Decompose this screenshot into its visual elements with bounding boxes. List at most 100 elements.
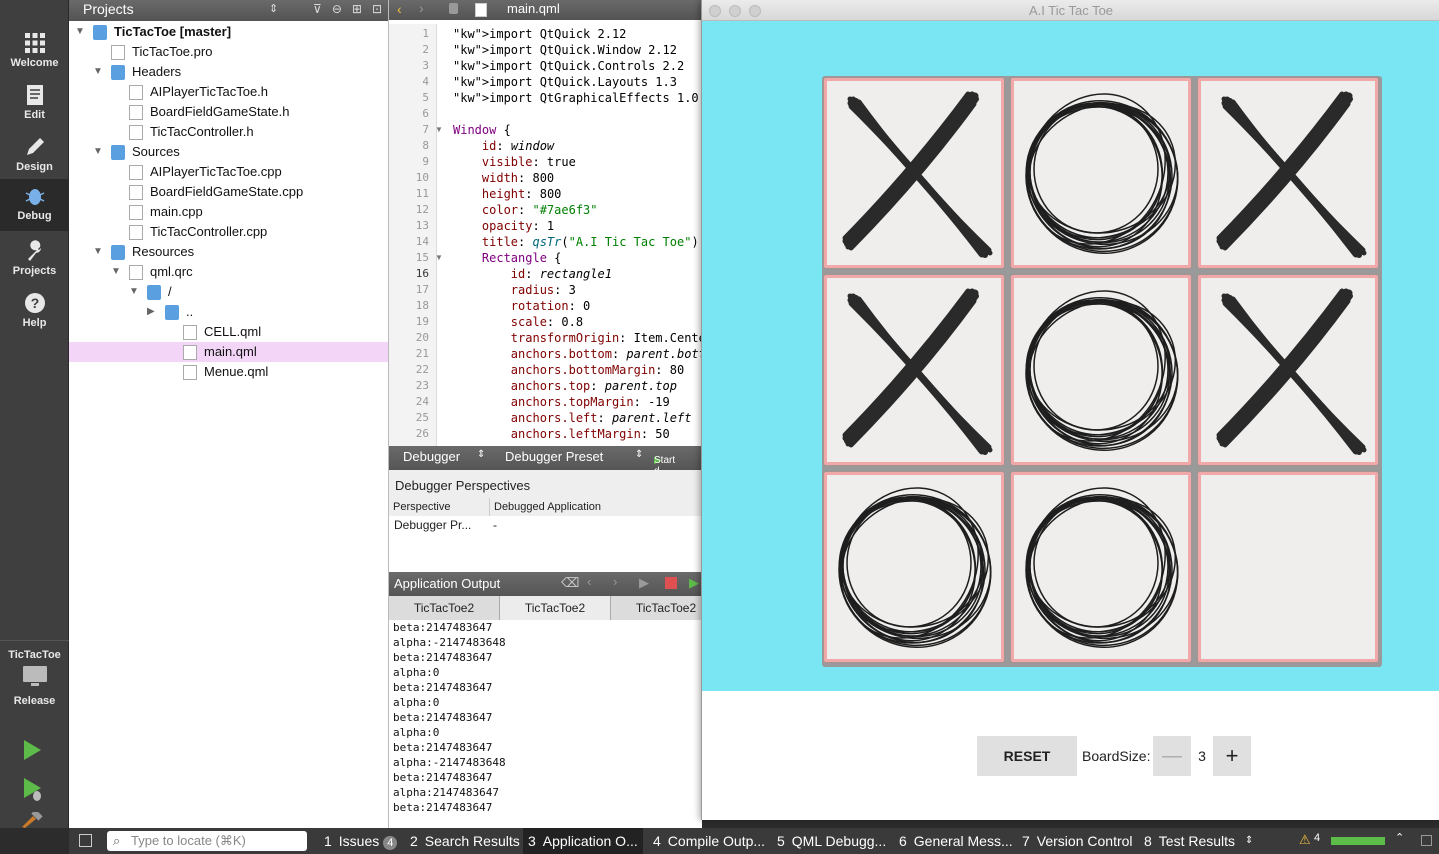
app-output-log[interactable]: beta:2147483647 alpha:-2147483648 beta:214… [389, 620, 702, 828]
expand-arrow-icon[interactable]: ▼ [129, 282, 139, 302]
build-hammer-icon[interactable] [20, 812, 44, 828]
board-cell[interactable] [1011, 78, 1191, 268]
toggle-sidebar-icon[interactable] [79, 834, 92, 847]
mode-help[interactable]: ? Help [0, 286, 69, 338]
tree-item[interactable]: ▶.. [69, 302, 388, 322]
expand-arrow-icon[interactable]: ▼ [93, 242, 103, 262]
tree-item[interactable]: AIPlayerTicTacToe.cpp [69, 162, 388, 182]
nav-forward-icon[interactable]: › [419, 0, 424, 16]
collapse-arrow-icon[interactable]: ▶ [147, 302, 155, 322]
fold-marker-icon[interactable]: ▼ [435, 250, 443, 266]
tree-item[interactable]: CELL.qml [69, 322, 388, 342]
clear-icon[interactable]: ⌫ [561, 575, 579, 591]
debug-run-icon[interactable] [20, 776, 44, 802]
qml-icon [183, 345, 197, 360]
board-cell[interactable] [1198, 78, 1378, 268]
next-icon[interactable]: › [613, 574, 617, 589]
chevron-up-icon[interactable]: ⌃ [1395, 831, 1404, 844]
kit-selector[interactable]: TicTacToe Release [0, 640, 69, 720]
tree-item[interactable]: ▼ Headers [69, 62, 388, 82]
tree-item[interactable]: BoardFieldGameState.h [69, 102, 388, 122]
mode-debug[interactable]: Debug [0, 179, 69, 231]
locator-placeholder: Type to locate (⌘K) [131, 833, 246, 848]
output-pane-tab[interactable]: 4 Compile Outp... [648, 828, 770, 854]
filter-icon[interactable]: ⊽ [313, 2, 322, 16]
col-debugged-app[interactable]: Debugged Application [489, 498, 601, 516]
expand-arrow-icon[interactable]: ▼ [93, 142, 103, 162]
boardsize-increase-button[interactable]: + [1213, 736, 1251, 776]
debugger-preset-selector[interactable]: Debugger Preset [505, 449, 603, 464]
output-pane-tab[interactable]: 8 Test Results [1139, 828, 1240, 854]
reset-button[interactable]: RESET [977, 736, 1077, 776]
editor-filename[interactable]: main.qml [507, 1, 560, 16]
expand-arrow-icon[interactable]: ▼ [75, 22, 85, 42]
perspectives-title: Debugger Perspectives [395, 478, 531, 493]
tree-item-label: TicTacToe [master] [114, 24, 232, 39]
boardsize-decrease-button[interactable]: — [1153, 736, 1191, 776]
locator-input[interactable]: ⌕ Type to locate (⌘K) [107, 831, 307, 851]
row-debugged-app[interactable]: - [493, 516, 497, 534]
toggle-output-icon[interactable] [1421, 835, 1432, 846]
tree-item-label: AIPlayerTicTacToe.h [150, 84, 269, 99]
mode-design[interactable]: Design [0, 130, 69, 182]
mode-welcome[interactable]: Welcome [0, 26, 69, 78]
split-icon[interactable]: ⊞ [352, 2, 362, 16]
line-number: 17 [415, 283, 429, 296]
board-cell[interactable] [824, 472, 1004, 662]
tab-label: Issues [338, 833, 380, 849]
expand-arrow-icon[interactable]: ▼ [93, 62, 103, 82]
code-line: opacity: 1 [481, 219, 555, 233]
code-line: Window { [453, 123, 511, 137]
tree-item[interactable]: BoardFieldGameState.cpp [69, 182, 388, 202]
output-pane-tab[interactable]: 1 Issues 4 [319, 828, 402, 854]
tab-number: 4 [653, 833, 661, 849]
run-icon[interactable] [20, 738, 44, 762]
col-perspective[interactable]: Perspective [393, 498, 450, 516]
prev-icon[interactable]: ‹ [587, 574, 591, 589]
output-tab[interactable]: TicTacToe2 [389, 596, 500, 620]
board-cell[interactable] [824, 275, 1004, 465]
board-cell[interactable] [1011, 472, 1191, 662]
tree-item[interactable]: AIPlayerTicTacToe.h [69, 82, 388, 102]
output-pane-tab[interactable]: 7 Version Control [1017, 828, 1138, 854]
tree-item[interactable]: ▼ / [69, 282, 388, 302]
rerun-icon[interactable]: ▶ [639, 575, 649, 591]
board-cell[interactable] [1011, 275, 1191, 465]
output-pane-tab[interactable]: 6 General Mess... [894, 828, 1018, 854]
tree-item[interactable]: TicTacController.cpp [69, 222, 388, 242]
mode-projects[interactable]: Projects [0, 234, 69, 286]
stop-icon[interactable] [665, 577, 677, 589]
tree-item[interactable]: ▼ qml.qrc [69, 262, 388, 282]
tree-item[interactable]: Menue.qml [69, 362, 388, 382]
link-icon[interactable]: ⊖ [332, 2, 342, 16]
output-pane-tab[interactable]: 2 Search Results [405, 828, 525, 854]
output-pane-tab[interactable]: 3 Application O... [523, 828, 643, 854]
debugger-selector[interactable]: Debugger [403, 449, 460, 464]
board-cell[interactable] [824, 78, 1004, 268]
output-tab[interactable]: TicTacToe2 [500, 596, 611, 620]
tree-item[interactable]: main.cpp [69, 202, 388, 222]
project-icon [93, 25, 107, 40]
more-tabs-icon[interactable]: ⇕ [1245, 828, 1253, 854]
output-pane-tab[interactable]: 5 QML Debugg... [772, 828, 891, 854]
debug-icon[interactable]: ▶ [689, 575, 699, 591]
tree-item[interactable]: TicTacController.h [69, 122, 388, 142]
tree-item[interactable]: main.qml [69, 342, 388, 362]
tree-item[interactable]: ▼ Sources [69, 142, 388, 162]
tree-item[interactable]: ▼ TicTacToe [master] [69, 22, 388, 42]
boardsize-value[interactable]: 3 [1191, 736, 1213, 776]
row-perspective[interactable]: Debugger Pr... [394, 516, 471, 534]
output-line: beta:2147483647 [393, 801, 493, 814]
nav-back-icon[interactable]: ‹ [397, 1, 402, 17]
board-cell[interactable] [1198, 472, 1378, 662]
warning-icon[interactable]: ⚠ [1299, 832, 1311, 848]
tree-item[interactable]: TicTacToe.pro [69, 42, 388, 62]
close-pane-icon[interactable]: ⊡ [372, 2, 382, 16]
sort-arrows-icon[interactable]: ⇕ [269, 2, 278, 15]
expand-arrow-icon[interactable]: ▼ [111, 262, 121, 282]
board-cell[interactable] [1198, 275, 1378, 465]
tree-item[interactable]: ▼ Resources [69, 242, 388, 262]
fold-marker-icon[interactable]: ▼ [435, 122, 443, 138]
mode-edit[interactable]: Edit [0, 78, 69, 130]
status-bar: ⌕ Type to locate (⌘K) 1 Issues 4 2 Search Re… [69, 828, 1439, 854]
